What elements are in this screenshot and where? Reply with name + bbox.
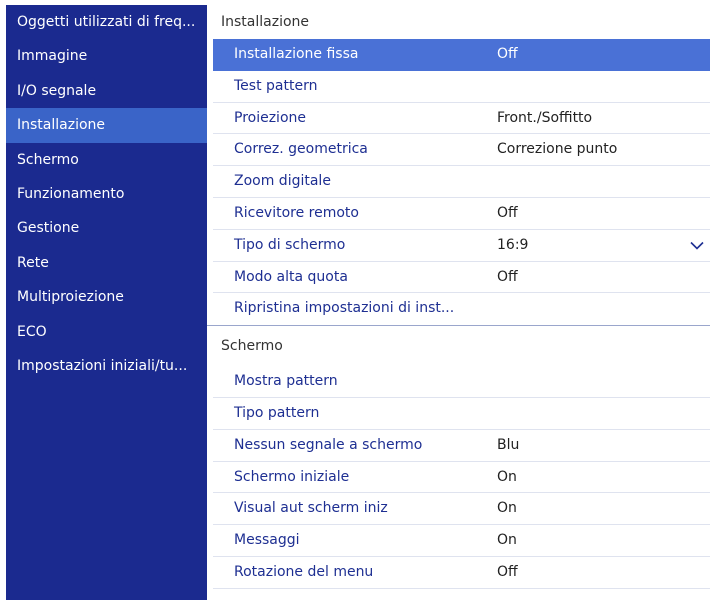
setting-row-tipo-di-schermo[interactable]: Tipo di schermo 16:9 bbox=[213, 230, 710, 262]
setting-row-zoom-digitale[interactable]: Zoom digitale bbox=[213, 166, 710, 198]
setting-label: Ricevitore remoto bbox=[234, 204, 359, 221]
setting-row-mostra-pattern[interactable]: Mostra pattern bbox=[213, 366, 710, 398]
setting-row-proiezione[interactable]: Proiezione Front./Soffitto bbox=[213, 103, 710, 135]
setting-label: Test pattern bbox=[234, 77, 318, 94]
settings-panel: Installazione Installazione fissa Off Te… bbox=[207, 5, 710, 600]
setting-value: Correzione punto bbox=[497, 141, 618, 158]
setting-row-rotazione-menu[interactable]: Rotazione del menu Off bbox=[213, 557, 710, 589]
sidebar-item-gestione[interactable]: Gestione bbox=[6, 211, 207, 245]
setting-label: Correz. geometrica bbox=[234, 141, 368, 158]
section-title-schermo: Schermo bbox=[207, 325, 710, 367]
setting-value: On bbox=[497, 500, 517, 517]
setting-label: Mostra pattern bbox=[234, 373, 338, 390]
setting-label: Tipo di schermo bbox=[234, 236, 346, 253]
setting-label: Schermo iniziale bbox=[234, 468, 350, 485]
setting-row-installazione-fissa[interactable]: Installazione fissa Off bbox=[213, 39, 710, 71]
chevron-down-icon[interactable] bbox=[688, 230, 706, 261]
setting-row-modo-alta-quota[interactable]: Modo alta quota Off bbox=[213, 262, 710, 294]
sidebar-item-impostazioni-iniziali[interactable]: Impostazioni iniziali/tu... bbox=[6, 349, 207, 383]
settings-menu-window: Oggetti utilizzati di freq... Immagine I… bbox=[6, 5, 710, 600]
setting-label: Nessun segnale a schermo bbox=[234, 436, 423, 453]
sidebar-item-installazione[interactable]: Installazione bbox=[6, 108, 207, 143]
setting-value: Blu bbox=[497, 436, 520, 453]
setting-row-ripristina-impostazioni[interactable]: Ripristina impostazioni di inst... bbox=[213, 293, 710, 325]
setting-label: Installazione fissa bbox=[234, 46, 359, 62]
setting-row-nessun-segnale[interactable]: Nessun segnale a schermo Blu bbox=[213, 430, 710, 462]
sidebar-item-eco[interactable]: ECO bbox=[6, 315, 207, 349]
setting-label: Tipo pattern bbox=[234, 404, 320, 421]
sidebar-item-immagine[interactable]: Immagine bbox=[6, 39, 207, 73]
setting-value: Off bbox=[497, 46, 518, 62]
setting-row-messaggi[interactable]: Messaggi On bbox=[213, 525, 710, 557]
setting-value: Off bbox=[497, 204, 518, 221]
setting-row-visual-aut-scherm[interactable]: Visual aut scherm iniz On bbox=[213, 493, 710, 526]
setting-value: On bbox=[497, 532, 517, 549]
sidebar-item-multiproiezione[interactable]: Multiproiezione bbox=[6, 280, 207, 314]
section-title-installazione: Installazione bbox=[207, 5, 710, 39]
sidebar-item-frequent[interactable]: Oggetti utilizzati di freq... bbox=[6, 5, 207, 39]
setting-label: Ripristina impostazioni di inst... bbox=[234, 300, 455, 317]
setting-label: Proiezione bbox=[234, 109, 307, 126]
setting-value: On bbox=[497, 468, 517, 485]
setting-value: Front./Soffitto bbox=[497, 109, 593, 126]
setting-value: Off bbox=[497, 268, 518, 285]
setting-row-correz-geometrica[interactable]: Correz. geometrica Correzione punto bbox=[213, 134, 710, 167]
sidebar-item-schermo[interactable]: Schermo bbox=[6, 143, 207, 177]
sidebar-item-io-segnale[interactable]: I/O segnale bbox=[6, 74, 207, 108]
setting-row-test-pattern[interactable]: Test pattern bbox=[213, 71, 710, 103]
sidebar-item-rete[interactable]: Rete bbox=[6, 246, 207, 280]
setting-row-ricevitore-remoto[interactable]: Ricevitore remoto Off bbox=[213, 198, 710, 230]
sidebar-item-funzionamento[interactable]: Funzionamento bbox=[6, 177, 207, 211]
setting-value: 16:9 bbox=[497, 236, 529, 253]
next-row-cut-off bbox=[213, 589, 710, 600]
setting-value: Off bbox=[497, 563, 518, 580]
setting-label: Visual aut scherm iniz bbox=[234, 500, 388, 517]
setting-label: Zoom digitale bbox=[234, 173, 331, 190]
setting-label: Rotazione del menu bbox=[234, 563, 374, 580]
setting-label: Modo alta quota bbox=[234, 268, 348, 285]
sidebar-menu: Oggetti utilizzati di freq... Immagine I… bbox=[6, 5, 207, 600]
setting-label: Messaggi bbox=[234, 532, 300, 549]
setting-row-schermo-iniziale[interactable]: Schermo iniziale On bbox=[213, 462, 710, 494]
setting-row-tipo-pattern[interactable]: Tipo pattern bbox=[213, 398, 710, 430]
